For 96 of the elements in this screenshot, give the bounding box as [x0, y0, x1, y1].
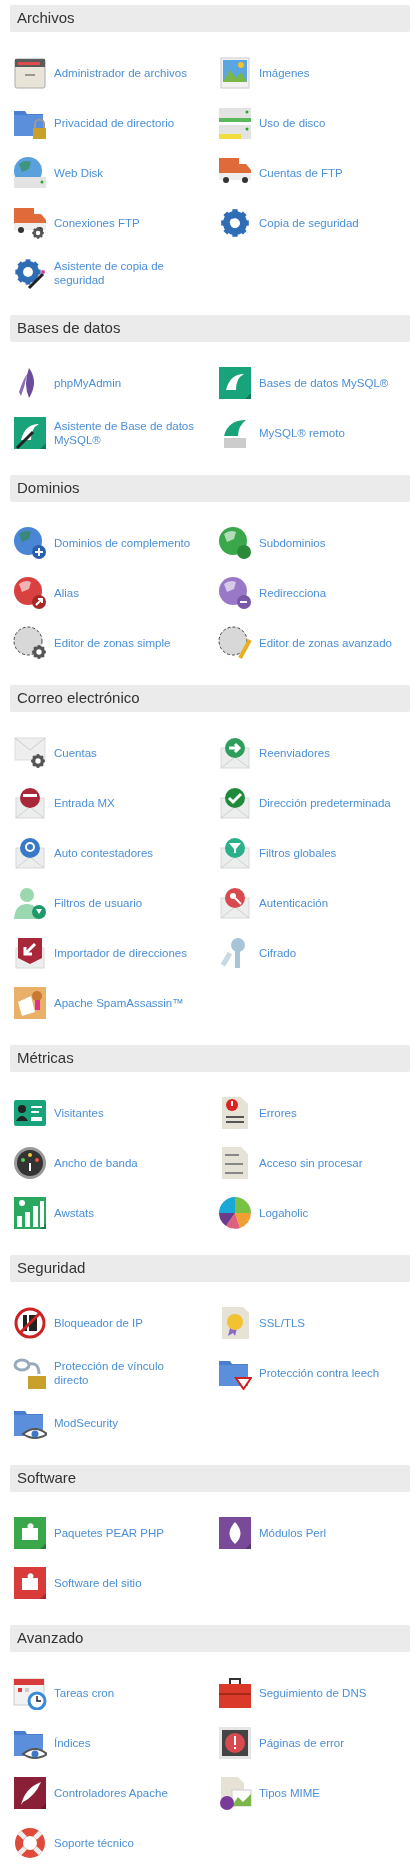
tool-link[interactable]: Tareas cron: [54, 1686, 119, 1700]
tool-link[interactable]: Reenviadores: [259, 746, 334, 760]
tool-link[interactable]: Importador de direcciones: [54, 946, 191, 960]
envelope-arrow-icon[interactable]: [218, 736, 252, 770]
globe-plus-icon[interactable]: [13, 526, 47, 560]
tool-link[interactable]: Logaholic: [259, 1206, 313, 1220]
bar-chart-icon[interactable]: [13, 1196, 47, 1230]
tool-link[interactable]: Filtros globales: [259, 846, 341, 860]
tool-link[interactable]: Uso de disco: [259, 116, 330, 130]
envelope-at-icon[interactable]: [13, 836, 47, 870]
envelope-key-icon[interactable]: [218, 886, 252, 920]
tool-link[interactable]: Tipos MIME: [259, 1786, 324, 1800]
tool-link[interactable]: Índices: [54, 1736, 95, 1750]
tool-link[interactable]: Conexiones FTP: [54, 216, 144, 230]
image-icon[interactable]: [218, 56, 252, 90]
globe-pencil-icon[interactable]: [218, 626, 252, 660]
tool-link[interactable]: Editor de zonas avanzado: [259, 636, 396, 650]
section-header[interactable]: Dominios: [10, 475, 410, 502]
tool-link[interactable]: Editor de zonas simple: [54, 636, 175, 650]
section-header[interactable]: Archivos: [10, 5, 410, 32]
globe-arrow-icon[interactable]: [13, 576, 47, 610]
tool-link[interactable]: Cifrado: [259, 946, 301, 960]
envelope-note-icon[interactable]: [13, 986, 47, 1020]
tool-link[interactable]: Dirección predeterminada: [259, 796, 395, 810]
tool-link[interactable]: ModSecurity: [54, 1416, 122, 1430]
tool-link[interactable]: MySQL® remoto: [259, 426, 349, 440]
calendar-clock-icon[interactable]: [13, 1676, 47, 1710]
tool-link[interactable]: Protección de vínculo directo: [54, 1359, 205, 1387]
tool-link[interactable]: Autenticación: [259, 896, 333, 910]
tool-link[interactable]: Controladores Apache: [54, 1786, 172, 1800]
alert-screen-icon[interactable]: [218, 1726, 252, 1760]
tool-link[interactable]: Bases de datos MySQL®: [259, 376, 393, 390]
wizard-tile-icon[interactable]: [13, 416, 47, 450]
section-header[interactable]: Bases de datos: [10, 315, 410, 342]
prohibited-icon[interactable]: [13, 1306, 47, 1340]
tool-link[interactable]: Apache SpamAssassin™: [54, 996, 188, 1010]
toolbox-icon[interactable]: [218, 1676, 252, 1710]
gear-icon[interactable]: [218, 206, 252, 240]
tool-link[interactable]: Awstats: [54, 1206, 99, 1220]
tool-link[interactable]: Asistente de copia de seguridad: [54, 259, 205, 287]
truck-gear-icon[interactable]: [13, 206, 47, 240]
tool-link[interactable]: Ancho de banda: [54, 1156, 142, 1170]
tool-link[interactable]: phpMyAdmin: [54, 376, 126, 390]
tool-link[interactable]: Asistente de Base de datos MySQL®: [54, 419, 205, 447]
puzzle-tile-icon[interactable]: [13, 1566, 47, 1600]
tool-link[interactable]: Imágenes: [259, 66, 314, 80]
tool-link[interactable]: Visitantes: [54, 1106, 108, 1120]
tool-link[interactable]: Soporte técnico: [54, 1836, 138, 1850]
tool-link[interactable]: Web Disk: [54, 166, 107, 180]
tool-link[interactable]: Cuentas de FTP: [259, 166, 347, 180]
user-filter-icon[interactable]: [13, 886, 47, 920]
envelope-gear-icon[interactable]: [13, 736, 47, 770]
feather-tile-icon[interactable]: [13, 1776, 47, 1810]
file-cabinet-icon[interactable]: [13, 56, 47, 90]
tool-link[interactable]: Software del sitio: [54, 1576, 146, 1590]
section-header[interactable]: Avanzado: [10, 1625, 410, 1652]
envelope-icon[interactable]: [13, 786, 47, 820]
tool-link[interactable]: Dominios de complemento: [54, 536, 195, 550]
section-header[interactable]: Correo electrónico: [10, 685, 410, 712]
tool-link[interactable]: Auto contestadores: [54, 846, 158, 860]
section-header[interactable]: Software: [10, 1465, 410, 1492]
tool-link[interactable]: Privacidad de directorio: [54, 116, 179, 130]
tool-link[interactable]: Filtros de usuario: [54, 896, 147, 910]
tool-link[interactable]: Subdominios: [259, 536, 330, 550]
tool-link[interactable]: Páginas de error: [259, 1736, 349, 1750]
tool-link[interactable]: Copia de seguridad: [259, 216, 363, 230]
tool-link[interactable]: Cuentas: [54, 746, 101, 760]
tool-link[interactable]: Acceso sin procesar: [259, 1156, 367, 1170]
tool-link[interactable]: Protección contra leech: [259, 1366, 384, 1380]
globe-server-icon[interactable]: [13, 156, 47, 190]
envelope-check-icon[interactable]: [218, 786, 252, 820]
lifebuoy-icon[interactable]: [13, 1826, 47, 1860]
tool-link[interactable]: SSL/TLS: [259, 1316, 310, 1330]
tool-link[interactable]: Seguimiento de DNS: [259, 1686, 371, 1700]
tool-link[interactable]: Administrador de archivos: [54, 66, 191, 80]
section-header[interactable]: Seguridad: [10, 1255, 410, 1282]
globe-icon[interactable]: [218, 526, 252, 560]
tool-link[interactable]: Redirecciona: [259, 586, 331, 600]
globe-gear-icon[interactable]: [13, 626, 47, 660]
globe-arrow-icon[interactable]: [218, 576, 252, 610]
tool-link[interactable]: Errores: [259, 1106, 301, 1120]
media-file-icon[interactable]: [218, 1776, 252, 1810]
section-header[interactable]: Métricas: [10, 1045, 410, 1072]
puzzle-tile-icon[interactable]: [13, 1516, 47, 1550]
tool-link[interactable]: Paquetes PEAR PHP: [54, 1526, 168, 1540]
tool-link[interactable]: Bloqueador de IP: [54, 1316, 147, 1330]
database-tile-icon[interactable]: [218, 366, 252, 400]
envelope-filter-icon[interactable]: [218, 836, 252, 870]
gear-wand-icon[interactable]: [13, 256, 47, 290]
onion-tile-icon[interactable]: [218, 1516, 252, 1550]
pie-chart-icon[interactable]: [218, 1196, 252, 1230]
tool-link[interactable]: Alias: [54, 586, 83, 600]
envelope-arrow-icon[interactable]: [13, 936, 47, 970]
tool-link[interactable]: Módulos Perl: [259, 1526, 331, 1540]
gauge-icon[interactable]: [13, 1146, 47, 1180]
tool-link[interactable]: Entrada MX: [54, 796, 119, 810]
